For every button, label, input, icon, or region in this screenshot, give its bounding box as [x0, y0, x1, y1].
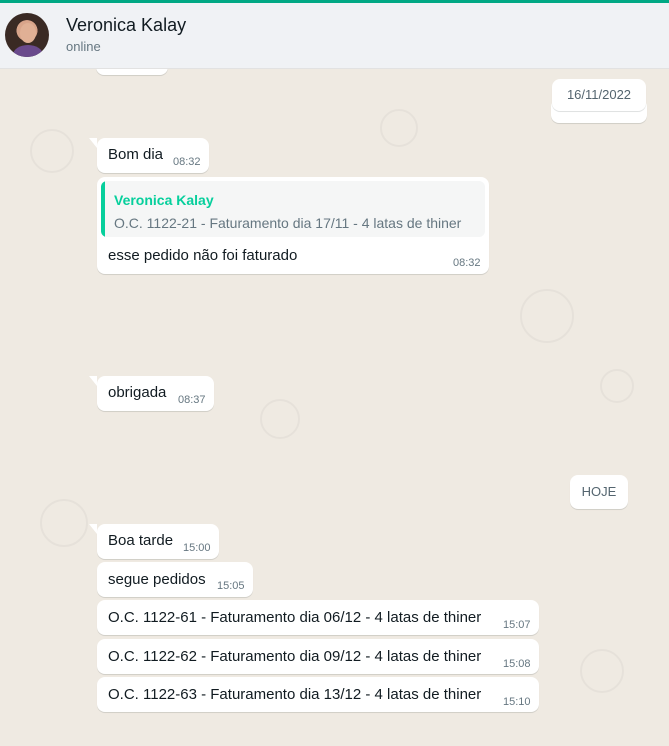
background-doodle	[30, 129, 74, 173]
message-time: 15:05	[217, 580, 245, 592]
bubble-tail	[89, 138, 97, 148]
message-text: obrigada	[108, 384, 167, 401]
quote-accent-bar	[101, 181, 105, 237]
message-time: 15:07	[503, 619, 531, 631]
message-bubble[interactable]: Bom dia 08:32	[97, 138, 209, 173]
chat-area[interactable]: 16/11/2022 Bom dia 08:32 Veronica Kalay …	[0, 69, 669, 746]
message-time: 15:10	[503, 696, 531, 708]
quote-text: O.C. 1122-21 - Faturamento dia 17/11 - 4…	[114, 215, 462, 231]
message-time: 08:32	[173, 156, 201, 168]
quoted-message[interactable]: Veronica Kalay O.C. 1122-21 - Faturament…	[101, 181, 485, 237]
quote-author: Veronica Kalay	[114, 192, 214, 208]
avatar-shirt	[13, 45, 43, 57]
message-bubble-partial	[96, 69, 168, 75]
background-doodle	[600, 369, 634, 403]
message-text: O.C. 1122-62 - Faturamento dia 09/12 - 4…	[108, 648, 482, 665]
date-chip: 16/11/2022	[552, 79, 646, 111]
date-chip-label: 16/11/2022	[566, 87, 632, 102]
message-bubble[interactable]: O.C. 1122-61 - Faturamento dia 06/12 - 4…	[97, 600, 539, 635]
message-bubble[interactable]: O.C. 1122-63 - Faturamento dia 13/12 - 4…	[97, 677, 539, 712]
background-doodle	[520, 289, 574, 343]
message-text: O.C. 1122-63 - Faturamento dia 13/12 - 4…	[108, 686, 482, 703]
contact-name[interactable]: Veronica Kalay	[66, 15, 186, 36]
chat-header[interactable]: Veronica Kalay online	[0, 3, 669, 69]
message-text: O.C. 1122-61 - Faturamento dia 06/12 - 4…	[108, 609, 482, 626]
message-time: 08:37	[178, 394, 206, 406]
message-text: Bom dia	[108, 146, 164, 163]
contact-status: online	[66, 39, 101, 54]
message-time: 15:00	[183, 542, 211, 554]
message-bubble[interactable]: O.C. 1122-62 - Faturamento dia 09/12 - 4…	[97, 639, 539, 674]
avatar[interactable]	[5, 13, 49, 57]
background-doodle	[260, 399, 300, 439]
background-doodle	[380, 109, 418, 147]
date-chip: HOJE	[570, 475, 628, 509]
message-text: segue pedidos	[108, 571, 206, 588]
background-doodle	[40, 499, 88, 547]
message-time: 15:08	[503, 658, 531, 670]
message-text: Boa tarde	[108, 532, 174, 549]
bubble-tail	[89, 376, 97, 386]
background-doodle	[580, 649, 624, 693]
reply-message-bubble[interactable]: Veronica Kalay O.C. 1122-21 - Faturament…	[97, 177, 489, 274]
message-text: esse pedido não foi faturado	[108, 247, 298, 264]
date-chip-label: HOJE	[581, 484, 617, 499]
message-time: 08:32	[453, 257, 481, 269]
message-bubble[interactable]: obrigada 08:37	[97, 376, 214, 411]
bubble-tail	[89, 524, 97, 534]
avatar-face	[20, 23, 36, 43]
message-bubble[interactable]: Boa tarde 15:00	[97, 524, 219, 559]
message-bubble[interactable]: segue pedidos 15:05	[97, 562, 253, 597]
